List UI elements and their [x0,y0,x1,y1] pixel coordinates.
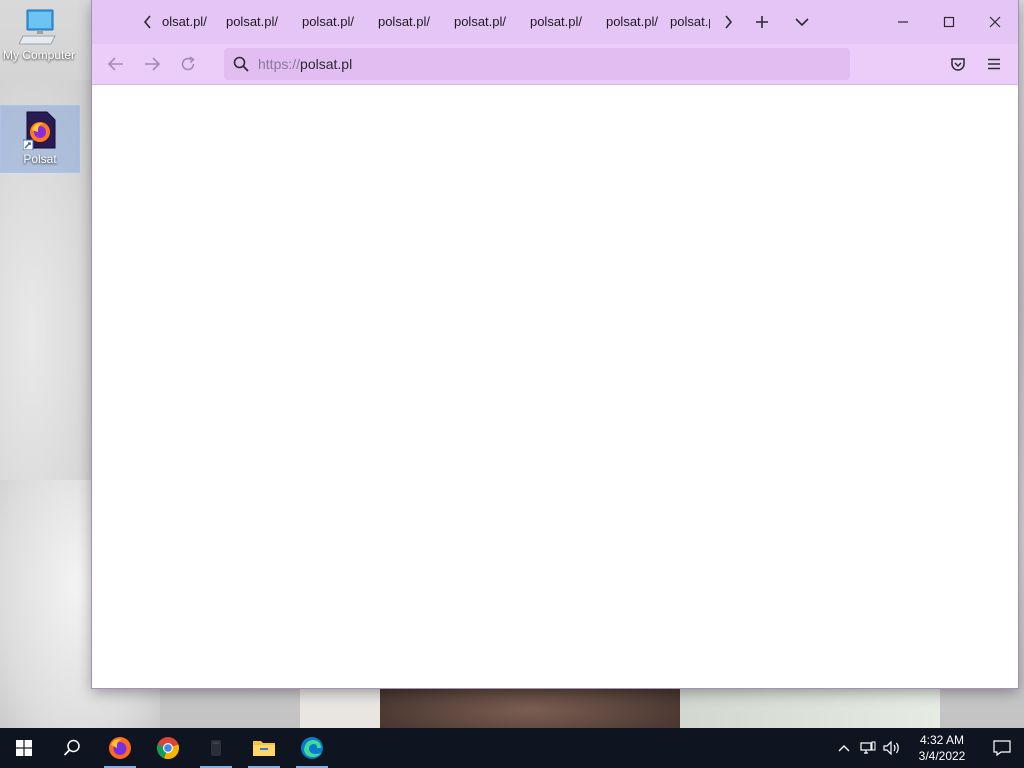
app-menu-button[interactable] [976,44,1012,84]
taskbar-clock[interactable]: 4:32 AM 3/4/2022 [910,732,974,764]
desktop-icon-label: My Computer [2,48,76,62]
chevron-right-icon [725,15,733,29]
tab-strip: olsat.pl/ polsat.pl/ polsat.pl/ polsat.p… [162,0,714,44]
window-controls [880,0,1018,44]
url-scheme: https:// [258,56,301,72]
firefox-icon [109,737,131,759]
navigation-toolbar: https://polsat.pl [92,44,1018,85]
edge-icon [301,737,323,759]
chevron-up-icon [838,745,850,752]
arrow-right-icon [145,57,160,71]
page-content[interactable] [92,85,1018,688]
action-center-button[interactable] [980,728,1024,768]
list-all-tabs-button[interactable] [782,0,822,44]
maximize-button[interactable] [926,0,972,44]
network-icon [860,741,876,754]
pocket-button[interactable] [940,44,976,84]
search-icon [226,56,256,72]
start-button[interactable] [0,728,48,768]
computer-icon [18,6,59,46]
taskbar-app[interactable] [192,728,240,768]
close-button[interactable] [972,0,1018,44]
app-icon [211,740,221,756]
taskbar: 4:32 AM 3/4/2022 [0,728,1024,768]
url-text: https://polsat.pl [258,56,352,72]
url-host: polsat.pl [300,56,353,72]
scroll-tabs-left-button[interactable] [134,0,162,44]
tab[interactable]: polsat.pl/ [442,0,518,44]
scroll-tabs-right-button[interactable] [714,0,742,44]
volume-button[interactable] [880,728,904,768]
system-tray: 4:32 AM 3/4/2022 [832,728,1024,768]
speaker-icon [883,741,899,755]
clock-time: 4:32 AM [919,733,965,747]
reload-icon [181,56,195,71]
firefox-shortcut-icon [22,110,57,151]
firefox-window: olsat.pl/ polsat.pl/ polsat.pl/ polsat.p… [92,0,1018,688]
arrow-left-icon [108,57,123,71]
windows-start-icon [16,740,32,756]
taskbar-file-explorer[interactable] [240,728,288,768]
taskbar-chrome[interactable] [144,728,192,768]
reload-button[interactable] [170,44,206,84]
tab[interactable]: polsat.pl/ [518,0,594,44]
desktop-icon-polsat[interactable]: Polsat [0,105,80,173]
desktop-icon-label: Polsat [23,152,57,166]
taskbar-search-button[interactable] [48,728,96,768]
tab[interactable]: polsat.pl/ [594,0,670,44]
show-hidden-icons-button[interactable] [832,728,856,768]
plus-icon [756,16,768,28]
tab[interactable]: polsat.pl/ [366,0,442,44]
chevron-left-icon [143,15,151,29]
forward-button[interactable] [134,44,170,84]
search-icon [63,739,80,756]
chrome-icon [157,737,179,760]
clock-date: 3/4/2022 [918,749,966,763]
desktop-icon-my-computer[interactable]: My Computer [0,6,78,72]
file-explorer-icon [253,741,275,756]
network-button[interactable] [856,728,880,768]
maximize-icon [943,16,955,28]
taskbar-firefox[interactable] [96,728,144,768]
minimize-button[interactable] [880,0,926,44]
hamburger-menu-icon [988,58,1000,70]
taskbar-edge[interactable] [288,728,336,768]
back-button[interactable] [98,44,134,84]
toolbar-right [940,44,1018,84]
tab[interactable]: polsat.p [670,0,710,44]
tab[interactable]: polsat.pl/ [214,0,290,44]
close-icon [989,16,1001,28]
new-tab-button[interactable] [742,0,782,44]
url-bar[interactable]: https://polsat.pl [224,48,850,80]
notification-icon [993,740,1011,756]
tab-bar: olsat.pl/ polsat.pl/ polsat.pl/ polsat.p… [92,0,1018,44]
chevron-down-icon [795,18,809,27]
tab[interactable]: polsat.pl/ [290,0,366,44]
minimize-icon [898,21,908,23]
tab[interactable]: olsat.pl/ [162,0,214,44]
pocket-icon [951,58,965,71]
